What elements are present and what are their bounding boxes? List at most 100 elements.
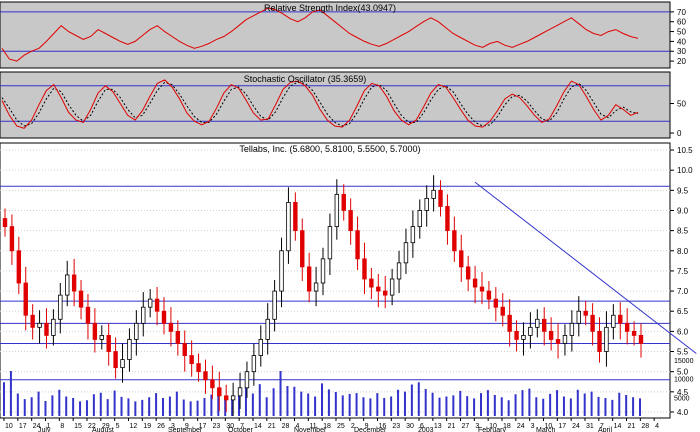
x-month-label: 2003 xyxy=(418,427,434,432)
candle-body xyxy=(327,226,333,260)
candle-body xyxy=(555,339,561,344)
candle-body xyxy=(30,314,35,328)
candle-body xyxy=(334,193,340,227)
price-panel: 4.04.55.05.56.06.57.07.58.08.59.09.510.0… xyxy=(0,142,697,419)
x-day-label: 19 xyxy=(143,423,151,430)
candle-body xyxy=(611,314,616,328)
candle-body xyxy=(92,322,98,340)
x-day-label: 17 xyxy=(558,423,566,430)
x-day-label: 17 xyxy=(19,423,27,430)
x-day-label: 12 xyxy=(130,423,138,430)
price-tick-label: 6.5 xyxy=(677,307,689,316)
candle-body xyxy=(78,290,84,308)
candle-body xyxy=(306,266,312,292)
candle-body xyxy=(528,326,533,336)
candle-body xyxy=(479,286,485,292)
candle-body xyxy=(583,310,588,316)
candle-body xyxy=(431,189,436,199)
x-day-label: 4 xyxy=(655,423,659,430)
x-day-label: 26 xyxy=(157,423,165,430)
candle-body xyxy=(486,290,492,300)
x-month-label: September xyxy=(168,427,203,432)
candle-body xyxy=(120,359,125,369)
price-tick-label: 8.5 xyxy=(677,227,689,236)
candle-body xyxy=(341,193,346,211)
candle-body xyxy=(37,322,42,328)
price-tick-label: 8.0 xyxy=(677,247,689,256)
price-tick-label: 10.5 xyxy=(677,146,693,155)
x-day-label: 31 xyxy=(586,423,594,430)
candle-body xyxy=(2,218,8,227)
candle-body xyxy=(106,335,111,352)
x-day-label: 30 xyxy=(406,423,414,430)
price-tick-label: 7.0 xyxy=(677,287,689,296)
volume-tick-label: 15000 xyxy=(674,358,694,365)
volume-tick-label: 5000 xyxy=(674,395,690,402)
candle-body xyxy=(500,306,505,316)
candle-body xyxy=(286,202,291,252)
price-tick-label: 5.0 xyxy=(677,368,689,377)
x-day-label: 21 xyxy=(268,423,276,430)
candle-body xyxy=(348,210,353,232)
stochastic-ticks: 0 50 xyxy=(670,100,686,138)
rsi-title: Relative Strength Index(43.0947) xyxy=(264,3,396,13)
candle-body xyxy=(424,197,429,211)
x-day-label: 15 xyxy=(74,423,82,430)
x-day-label: 5 xyxy=(116,423,120,430)
x-month-label: November xyxy=(294,427,327,432)
x-day-label: 28 xyxy=(641,423,649,430)
candle-body xyxy=(182,343,187,356)
candle-body xyxy=(134,322,139,340)
candle-body xyxy=(396,262,402,280)
candle-body xyxy=(16,250,22,284)
x-month-label: February xyxy=(478,427,507,432)
candle-body xyxy=(23,282,28,316)
candle-body xyxy=(542,318,547,332)
candle-body xyxy=(562,335,568,344)
candle-body xyxy=(113,351,118,369)
candle-body xyxy=(493,298,499,308)
stock-chart: 203040506070 Relative Strength Index(43.… xyxy=(0,1,697,432)
x-day-label: 14 xyxy=(614,423,622,430)
candle-body xyxy=(438,189,443,207)
x-day-label: 21 xyxy=(628,423,636,430)
rsi-tick-label: 70 xyxy=(677,8,686,17)
candle-body xyxy=(604,326,609,352)
candle-body xyxy=(99,335,104,340)
price-tick-label: 5.5 xyxy=(677,348,689,357)
price-tick-label: 9.0 xyxy=(677,206,689,215)
candle-body xyxy=(58,294,63,320)
x-month-label: March xyxy=(536,427,556,432)
x-day-label: 21 xyxy=(448,423,456,430)
candle-body xyxy=(355,230,360,260)
candle-body xyxy=(203,371,208,381)
price-tick-label: 4.0 xyxy=(677,408,689,417)
x-month-label: April xyxy=(598,427,612,432)
x-month-label: July xyxy=(38,427,51,432)
candle-body xyxy=(521,335,526,340)
candle-body xyxy=(403,242,409,264)
candle-body xyxy=(445,206,450,232)
candle-body xyxy=(452,230,457,252)
candle-body xyxy=(590,314,595,332)
candle-body xyxy=(376,286,381,292)
rsi-tick-label: 20 xyxy=(677,57,686,66)
x-day-label: 27 xyxy=(462,423,470,430)
candle-body xyxy=(569,322,575,336)
candle-body xyxy=(65,274,70,296)
x-day-label: 24 xyxy=(572,423,580,430)
x-day-label: 23 xyxy=(392,423,400,430)
rsi-tick-label: 40 xyxy=(677,37,686,46)
candle-body xyxy=(224,395,229,401)
stochastic-tick-label: 0 xyxy=(677,129,682,138)
x-day-label: 25 xyxy=(337,423,345,430)
candle-body xyxy=(147,298,153,308)
x-day-label: 14 xyxy=(254,423,262,430)
price-title: Tellabs, Inc. (5.6800, 5.8100, 5.5500, 5… xyxy=(239,144,420,154)
candle-body xyxy=(369,278,374,288)
candle-body xyxy=(362,258,367,280)
rsi-panel: 203040506070 Relative Strength Index(43.… xyxy=(0,1,686,69)
x-day-label: 23 xyxy=(213,423,221,430)
candle-body xyxy=(51,318,56,336)
candle-body xyxy=(597,330,602,352)
